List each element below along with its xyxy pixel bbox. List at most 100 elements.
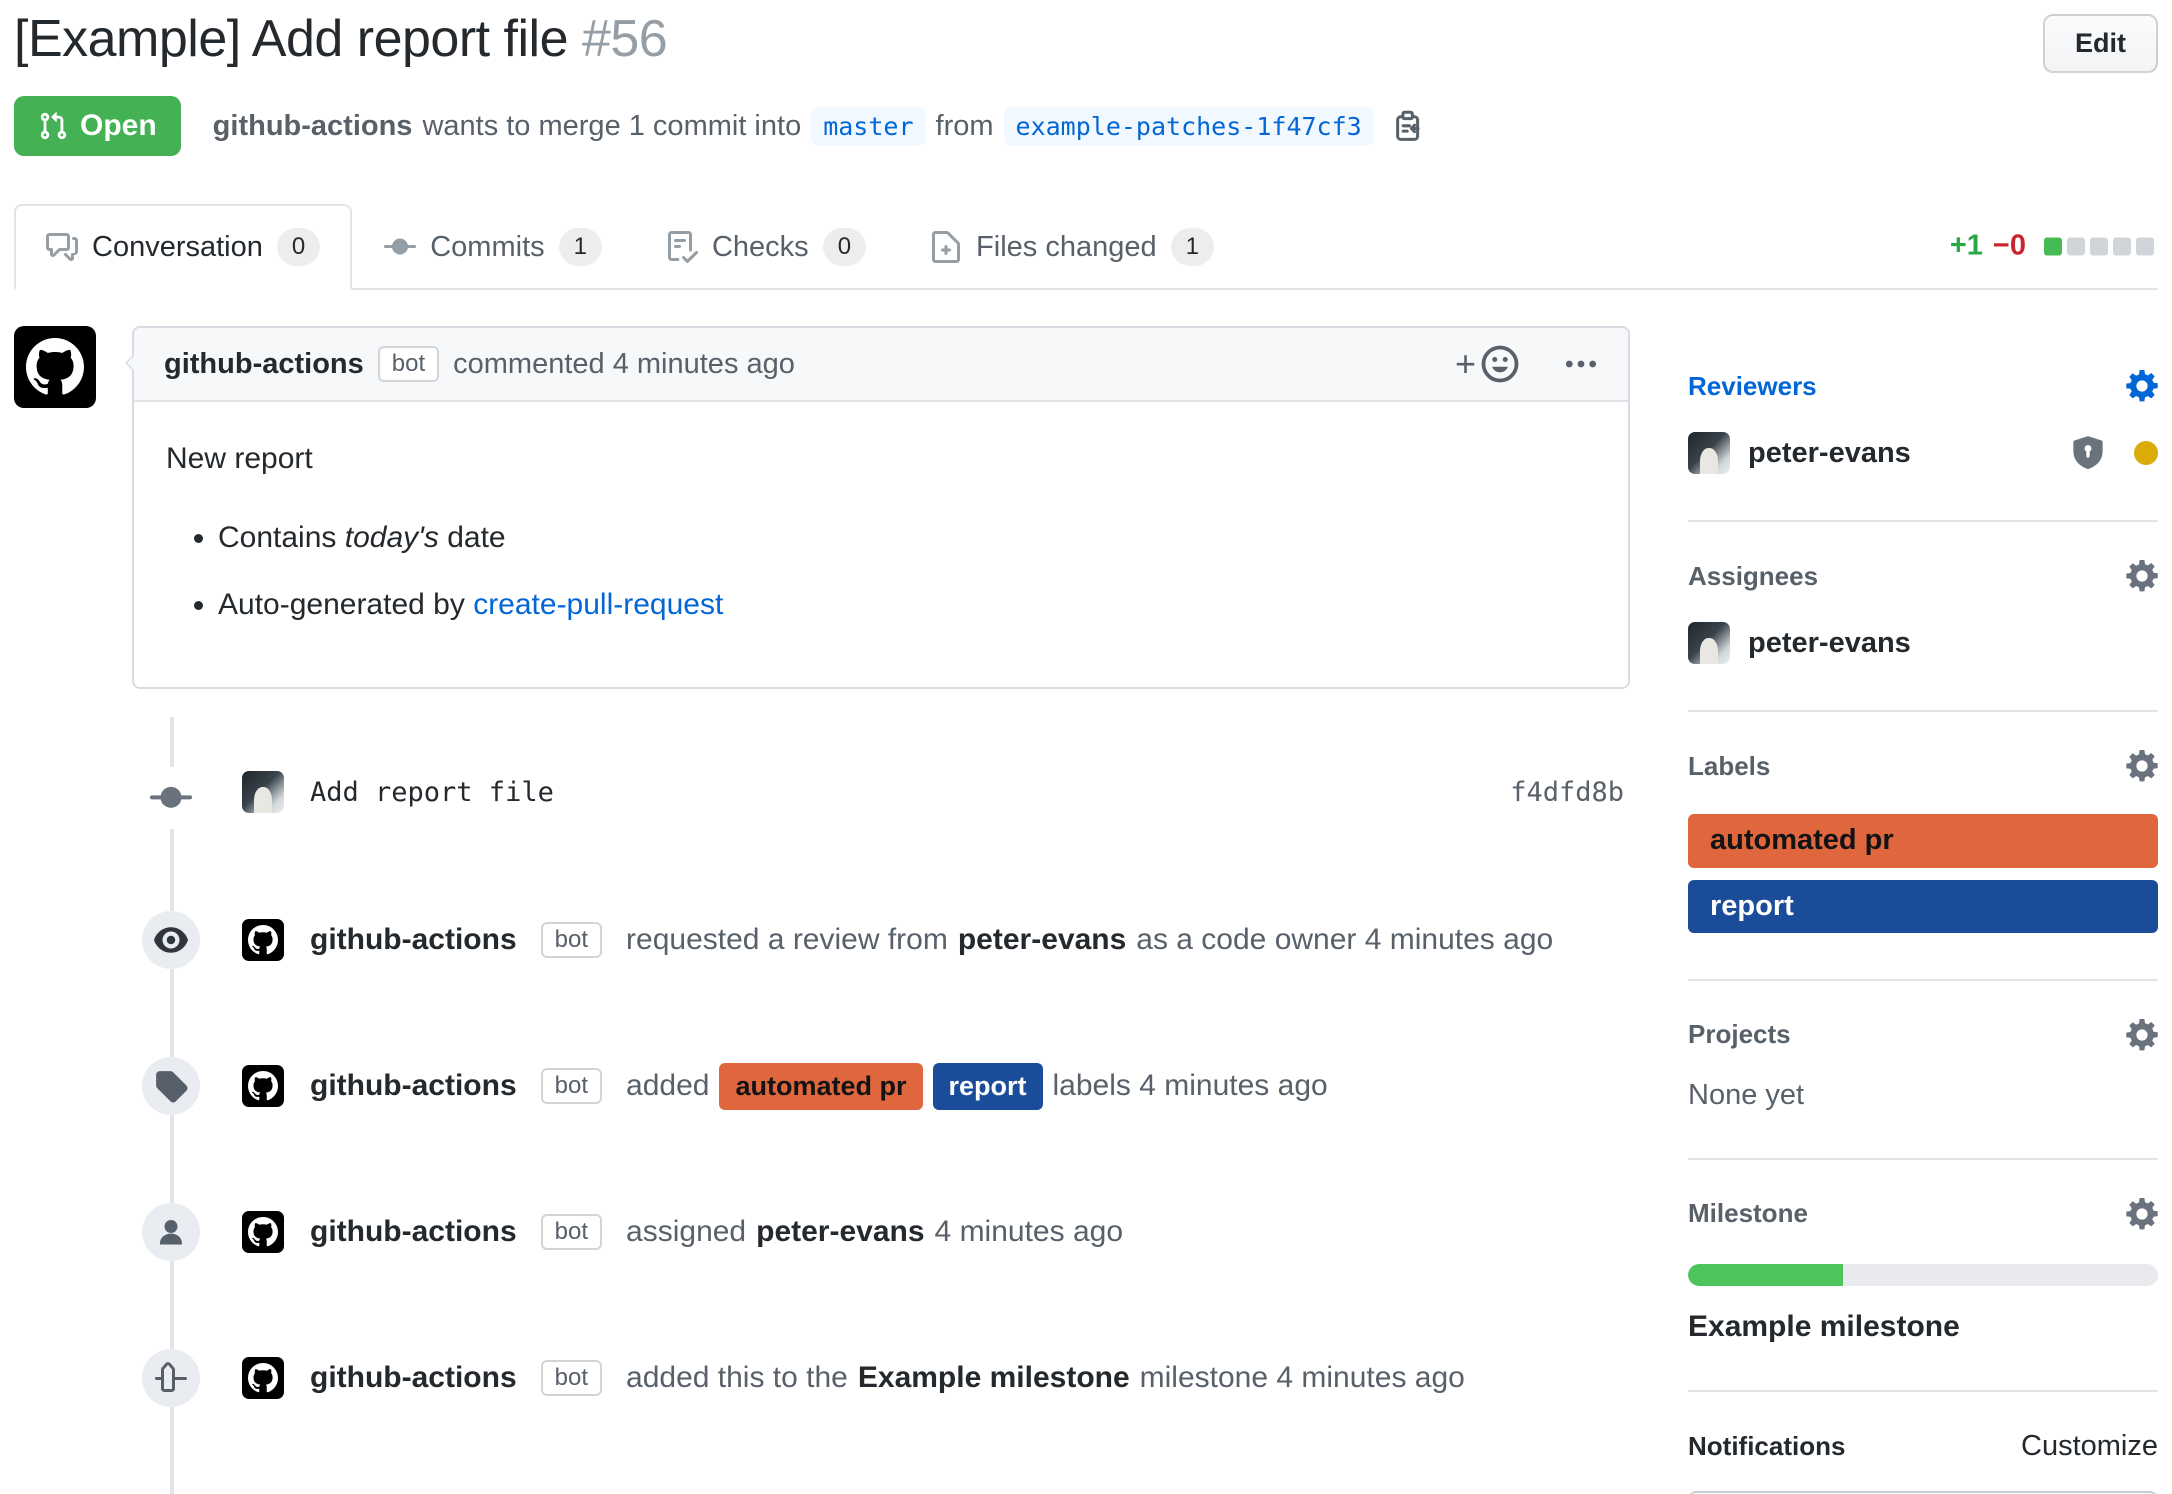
milestone-progress-bar [1688,1264,2158,1286]
conversation-main: github-actions bot commented 4 minutes a… [14,326,1630,1494]
event-actor[interactable]: github-actions [310,1361,517,1395]
pr-number: #56 [582,10,667,68]
avatar-peter-evans[interactable] [242,771,284,813]
milestone-icon [155,1362,187,1394]
comment-header: github-actions bot commented 4 minutes a… [134,328,1628,402]
gear-icon[interactable] [2126,750,2158,782]
pr-tab-nav: Conversation 0 Commits 1 Checks 0 [14,204,2158,290]
reviewer-name[interactable]: peter-evans [1748,437,1911,470]
event-text: assigned [626,1215,746,1249]
pr-title-text: [Example] Add report file [14,10,568,68]
bot-badge: bot [378,346,439,382]
tab-conversation-label: Conversation [92,231,263,264]
commit-message[interactable]: Add report file [310,777,554,808]
gear-icon[interactable] [2126,1019,2158,1051]
bot-badge: bot [541,1214,602,1250]
event-badge [142,1349,200,1407]
milestone-section: Milestone Example milestone [1688,1198,2158,1392]
event-text: milestone 4 minutes ago [1140,1361,1465,1395]
projects-section: Projects None yet [1688,1019,2158,1160]
milestone-progress-fill [1688,1264,1843,1286]
avatar-peter-evans[interactable] [1688,432,1730,474]
tab-files-changed-count: 1 [1171,228,1214,266]
git-pull-request-icon [38,111,68,141]
commit-sha[interactable]: f4dfd8b [1510,777,1624,808]
bullet1-italic: today's [345,521,439,554]
reviewers-header: Reviewers [1688,370,2158,402]
pr-status-row: Open github-actions wants to merge 1 com… [14,96,2158,156]
smiley-icon [1480,344,1520,384]
reviewers-title[interactable]: Reviewers [1688,371,1817,402]
avatar-github-actions[interactable] [242,919,284,961]
timeline-commit: Add report file f4dfd8b [14,717,1630,823]
bullet1-pre: Contains [218,521,345,554]
event-strong[interactable]: peter-evans [958,923,1126,957]
label-automated-pr[interactable]: automated pr [719,1063,922,1109]
timeline-event-labels-added: github-actions bot added automated pr re… [14,1057,1630,1115]
pr-header: [Example] Add report file #56 Edit Open … [14,8,2158,156]
tab-checks-label: Checks [712,231,809,264]
diff-block [2067,237,2085,255]
diff-block [2113,237,2131,255]
avatar-github-actions[interactable] [242,1357,284,1399]
assignees-header: Assignees [1688,560,2158,592]
edit-button[interactable]: Edit [2043,14,2158,73]
head-branch[interactable]: example-patches-1f47cf3 [1004,107,1374,146]
assignee-name[interactable]: peter-evans [1748,627,1911,660]
label-report[interactable]: report [1688,880,2158,933]
avatar-github-actions[interactable] [242,1211,284,1253]
tab-files-changed[interactable]: Files changed 1 [898,204,1246,290]
event-actor[interactable]: github-actions [310,923,517,957]
pr-author[interactable]: github-actions [213,110,413,143]
comment-author[interactable]: github-actions [164,348,364,381]
diff-block [2090,237,2108,255]
base-branch[interactable]: master [811,107,925,146]
kebab-menu-icon[interactable] [1564,347,1598,381]
create-pull-request-link[interactable]: create-pull-request [473,588,723,621]
label-report[interactable]: report [933,1063,1043,1109]
tab-checks-count: 0 [823,228,866,266]
bot-badge: bot [541,1360,602,1396]
tab-files-changed-label: Files changed [976,231,1157,264]
avatar-peter-evans[interactable] [1688,622,1730,664]
gear-icon[interactable] [2126,370,2158,402]
diff-block [2044,237,2062,255]
clipboard-copy-icon[interactable] [1392,110,1424,142]
tab-conversation[interactable]: Conversation 0 [14,204,352,290]
gear-icon[interactable] [2126,560,2158,592]
status-badge: Open [14,96,181,156]
projects-empty-text: None yet [1688,1079,2158,1112]
labels-header: Labels [1688,750,2158,782]
bullet2-pre: Auto-generated by [218,588,473,621]
milestone-header: Milestone [1688,1198,2158,1230]
event-strong[interactable]: peter-evans [756,1215,924,1249]
event-actor[interactable]: github-actions [310,1215,517,1249]
customize-link[interactable]: Customize [2021,1430,2158,1463]
tab-checks[interactable]: Checks 0 [634,204,898,290]
event-strong[interactable]: Example milestone [858,1361,1130,1395]
tasklist-icon [666,231,698,263]
comment-actions: + [1455,344,1598,384]
avatar-github-actions[interactable] [242,1065,284,1107]
bullet1-post: date [439,521,506,554]
label-automated-pr[interactable]: automated pr [1688,814,2158,867]
event-text: 4 minutes ago [935,1215,1123,1249]
tab-commits[interactable]: Commits 1 [352,204,634,290]
pr-summary: github-actions wants to merge 1 commit i… [213,107,1424,146]
add-reaction-button[interactable]: + [1455,344,1520,384]
milestone-name[interactable]: Example milestone [1688,1310,2158,1344]
plus-icon: + [1455,346,1476,382]
avatar-github-actions[interactable] [14,326,96,408]
status-badge-label: Open [80,109,157,143]
comment-bullet-2: Auto-generated by create-pull-request [218,582,1596,627]
diff-block [2136,237,2154,255]
summary-text: wants to merge 1 commit into [422,110,801,143]
tab-commits-count: 1 [559,228,602,266]
notifications-header: Notifications Customize [1688,1430,2158,1463]
tabs: Conversation 0 Commits 1 Checks 0 [14,204,2158,288]
event-actor[interactable]: github-actions [310,1069,517,1103]
notifications-section: Notifications Customize Unsubscribe You'… [1688,1430,2158,1494]
gear-icon[interactable] [2126,1198,2158,1230]
comment-meta[interactable]: commented 4 minutes ago [453,348,795,381]
assignees-section: Assignees peter-evans [1688,560,2158,712]
